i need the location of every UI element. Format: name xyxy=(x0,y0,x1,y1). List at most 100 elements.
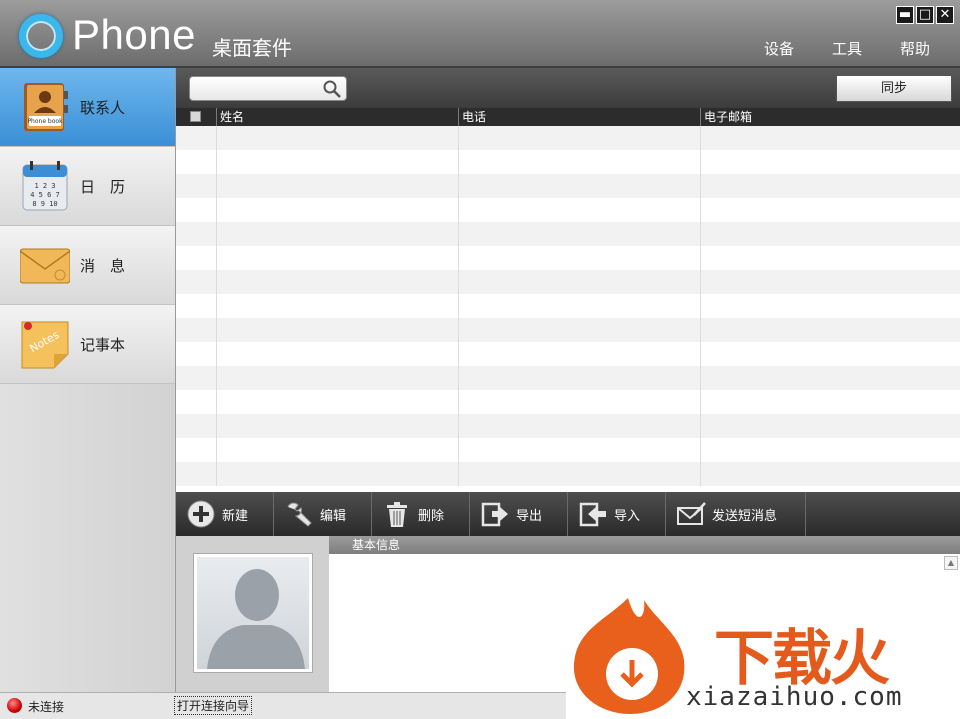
watermark-url: xiazaihuo.com xyxy=(686,682,903,712)
table-cell xyxy=(176,414,217,438)
connection-status-text: 未连接 xyxy=(28,700,65,714)
table-cell xyxy=(176,126,217,150)
edit-button[interactable]: 编辑 xyxy=(274,492,372,536)
table-cell xyxy=(217,342,459,366)
column-header-email[interactable]: 电子邮箱 xyxy=(701,108,960,126)
scroll-up-button[interactable]: ▲ xyxy=(944,556,958,570)
table-cell xyxy=(176,438,217,462)
table-row[interactable] xyxy=(176,198,960,222)
trash-icon xyxy=(387,502,407,527)
table-row[interactable] xyxy=(176,294,960,318)
new-contact-button[interactable]: 新建 xyxy=(176,492,274,536)
search-input[interactable] xyxy=(196,77,321,99)
table-cell xyxy=(459,174,701,198)
sidebar-item-notes[interactable]: Notes 记事本 xyxy=(0,305,175,384)
table-cell xyxy=(701,414,960,438)
send-sms-button[interactable]: 发送短消息 xyxy=(666,492,806,536)
table-cell xyxy=(217,246,459,270)
table-cell xyxy=(459,462,701,486)
wrench-icon xyxy=(287,502,312,527)
table-row[interactable] xyxy=(176,414,960,438)
sidebar-item-label: 联系人 xyxy=(80,99,126,117)
table-cell xyxy=(459,246,701,270)
contacts-table: 姓名 电话 电子邮箱 xyxy=(176,108,960,492)
table-row[interactable] xyxy=(176,318,960,342)
table-cell xyxy=(459,438,701,462)
table-row[interactable] xyxy=(176,222,960,246)
table-cell xyxy=(459,150,701,174)
table-body xyxy=(176,126,960,486)
table-cell xyxy=(176,462,217,486)
table-cell xyxy=(459,318,701,342)
table-cell xyxy=(459,366,701,390)
basic-info-tab-label: 基本信息 xyxy=(352,538,401,552)
table-cell xyxy=(176,270,217,294)
menu-help[interactable]: 帮助 xyxy=(900,38,930,59)
table-row[interactable] xyxy=(176,150,960,174)
table-cell xyxy=(459,126,701,150)
flame-logo-icon xyxy=(573,598,685,714)
table-cell xyxy=(176,150,217,174)
table-row[interactable] xyxy=(176,342,960,366)
import-button[interactable]: 导入 xyxy=(568,492,666,536)
table-row[interactable] xyxy=(176,270,960,294)
table-cell xyxy=(176,246,217,270)
table-cell xyxy=(217,366,459,390)
send-sms-icon xyxy=(677,502,706,525)
export-button[interactable]: 导出 xyxy=(470,492,568,536)
table-cell xyxy=(701,150,960,174)
search-toolbar: 同步 xyxy=(176,68,960,108)
svg-text:1 2 3: 1 2 3 xyxy=(34,182,55,190)
table-header: 姓名 电话 电子邮箱 xyxy=(176,108,960,126)
table-cell xyxy=(217,126,459,150)
watermark: 下载火 xiazaihuo.com xyxy=(566,590,960,719)
table-cell xyxy=(459,294,701,318)
table-cell xyxy=(701,222,960,246)
table-row[interactable] xyxy=(176,438,960,462)
calendar-icon: 1 2 3 4 5 6 7 8 9 10 xyxy=(22,161,68,211)
table-cell xyxy=(701,342,960,366)
contact-photo-frame[interactable] xyxy=(193,553,313,673)
table-cell xyxy=(217,438,459,462)
avatar xyxy=(197,557,309,669)
action-bar: 新建 编辑 删除 导出 导入 发送短消息 xyxy=(176,492,960,536)
sidebar-item-label: 日 历 xyxy=(80,178,126,196)
minimize-button[interactable]: ▬ xyxy=(896,6,914,24)
table-cell xyxy=(701,174,960,198)
delete-button[interactable]: 删除 xyxy=(372,492,470,536)
table-row[interactable] xyxy=(176,462,960,486)
app-logo-text: Phone xyxy=(72,11,196,58)
table-row[interactable] xyxy=(176,246,960,270)
sync-button[interactable]: 同步 xyxy=(836,75,952,102)
window-controls: ▬ □ ✕ xyxy=(896,6,954,24)
column-header-name[interactable]: 姓名 xyxy=(217,108,459,126)
table-cell xyxy=(701,126,960,150)
select-all-header xyxy=(176,108,217,126)
maximize-button[interactable]: □ xyxy=(916,6,934,24)
menu-tools[interactable]: 工具 xyxy=(832,38,862,59)
sidebar-item-calendar[interactable]: 1 2 3 4 5 6 7 8 9 10 日 历 xyxy=(0,147,175,226)
basic-info-tab[interactable]: 基本信息 xyxy=(329,536,960,554)
action-label: 导入 xyxy=(614,508,641,524)
table-row[interactable] xyxy=(176,174,960,198)
search-icon[interactable] xyxy=(322,79,342,99)
open-connection-wizard-link[interactable]: 打开连接向导 xyxy=(174,696,253,715)
sidebar-item-contacts[interactable]: Phone book 联系人 xyxy=(0,68,175,147)
top-menu: 设备 工具 帮助 xyxy=(764,38,930,59)
table-row[interactable] xyxy=(176,390,960,414)
table-cell xyxy=(701,438,960,462)
select-all-checkbox[interactable] xyxy=(190,111,201,122)
table-row[interactable] xyxy=(176,126,960,150)
table-cell xyxy=(217,318,459,342)
sidebar-item-messages[interactable]: 消 息 xyxy=(0,226,175,305)
table-cell xyxy=(217,414,459,438)
connection-status-icon xyxy=(7,698,22,713)
table-row[interactable] xyxy=(176,366,960,390)
table-cell xyxy=(176,294,217,318)
menu-devices[interactable]: 设备 xyxy=(764,38,794,59)
table-cell xyxy=(459,414,701,438)
column-header-phone[interactable]: 电话 xyxy=(459,108,701,126)
close-button[interactable]: ✕ xyxy=(936,6,954,24)
notes-icon: Notes xyxy=(21,321,69,369)
svg-text:Phone book: Phone book xyxy=(27,118,63,125)
